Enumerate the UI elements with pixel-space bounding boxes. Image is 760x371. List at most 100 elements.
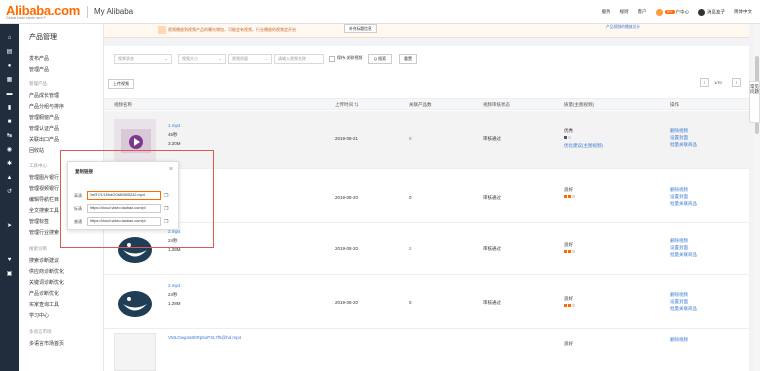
close-icon[interactable]: ×	[169, 166, 173, 173]
related-count: 0	[409, 195, 412, 200]
link-field-sd[interactable]: https://cloud.video.taobao.com/pl	[87, 204, 161, 213]
heart-icon[interactable]: ♥	[6, 257, 13, 264]
delete-video-link[interactable]: 删除视频	[670, 337, 688, 343]
sidebar-item-industry[interactable]: 管理行业搜索	[29, 229, 59, 236]
related-checkbox[interactable]	[329, 56, 335, 62]
video-name[interactable]: VMLGwg4a5hRp5oP3L7f5@hd.mp4	[168, 335, 241, 340]
search-button[interactable]: Q 搜索	[368, 54, 392, 64]
sidebar-item-keyword-diag[interactable]: 关键词诊断优化	[29, 279, 64, 286]
wallet-icon[interactable]: ▣	[6, 271, 13, 278]
col-upload-time[interactable]: 上传时间 ⇅	[335, 102, 359, 108]
batch-link-link[interactable]: 批量关联商品	[670, 306, 697, 312]
video-duration: 24秒	[168, 238, 178, 243]
size-filter[interactable]: 视频大小 ⌄	[178, 54, 226, 64]
top-links: 服务 规则 客户 99+ 户中心 消息盒子 简体中文	[602, 0, 752, 24]
copy-icon[interactable]: ❐	[164, 206, 168, 212]
status-filter[interactable]: 视频状态 ⌄	[114, 54, 172, 64]
sidebar-item-supplier-diag[interactable]: 供应商诊断优化	[29, 268, 64, 275]
main-content: 视频播放到视频产品的曝光增加，可能会有视频，行业播放的视频会开启 补充标题信息 …	[104, 24, 749, 371]
related-count: 0	[409, 300, 412, 305]
video-thumbnail[interactable]	[114, 119, 156, 161]
box-icon[interactable]: ■	[6, 119, 13, 126]
scrollbar[interactable]	[754, 24, 760, 371]
review-status: 审核通过	[483, 246, 501, 251]
reset-button[interactable]: 重置	[399, 54, 417, 64]
prev-page-button[interactable]: ‹	[700, 78, 709, 87]
people-icon[interactable]: ▲	[6, 175, 13, 182]
sidebar-item-nav[interactable]: 编辑导航栏目	[29, 196, 59, 203]
top-link-service[interactable]: 服务	[602, 9, 611, 15]
page-title[interactable]: My Alibaba	[94, 7, 133, 16]
video-thumbnail[interactable]	[114, 333, 156, 371]
sidebar-item-certified[interactable]: 管理认证产品	[29, 125, 59, 132]
related-count[interactable]: 0	[409, 136, 412, 141]
sidebar-item-showcase[interactable]: 管理橱窗产品	[29, 114, 59, 121]
sidebar-item-export[interactable]: 关联出口产品	[29, 136, 59, 143]
batch-link-link[interactable]: 批量关联商品	[670, 252, 697, 258]
notice-button[interactable]: 补充标题信息	[344, 24, 377, 33]
set-cover-link[interactable]: 设置封面	[670, 245, 688, 251]
quality-link[interactable]: 优化建议(主图视频)	[564, 143, 603, 149]
video-thumbnail[interactable]	[114, 281, 156, 323]
card-icon[interactable]: ▬	[6, 91, 13, 98]
sidebar-item-product-diag[interactable]: 产品诊断优化	[29, 290, 59, 297]
video-name[interactable]: 2.mp4	[168, 283, 181, 288]
set-cover-link[interactable]: 设置封面	[670, 194, 688, 200]
link-field-hd[interactable]: //ef37/1/1f/hd/20480505242.mp4	[87, 191, 161, 200]
send-icon[interactable]: ➤	[6, 223, 13, 230]
sidebar-item-publish[interactable]: 发布产品	[29, 55, 49, 62]
account-center[interactable]: 99+ 户中心	[655, 8, 689, 16]
quality-filter[interactable]: 视频质量 ⌄	[228, 54, 272, 64]
video-thumbnail[interactable]	[114, 227, 156, 269]
sidebar-item-tags[interactable]: 管理标签	[29, 218, 49, 225]
home-icon[interactable]: ⌂	[6, 35, 13, 42]
globe-icon[interactable]: ◉	[6, 147, 13, 154]
sidebar-item-group[interactable]: 产品分组与排序	[29, 103, 64, 110]
sidebar-item-multilang-home[interactable]: 多语言市场首页	[29, 340, 64, 347]
delete-video-link[interactable]: 删除视频	[670, 238, 688, 244]
video-size: 1.28M	[168, 247, 181, 252]
upload-video-button[interactable]: 上传视频	[108, 79, 134, 89]
gear-icon[interactable]: ✱	[6, 161, 13, 168]
quality-label: 良好	[564, 187, 573, 192]
link-icon[interactable]: ↺	[6, 189, 13, 196]
delete-video-link[interactable]: 删除视频	[670, 128, 688, 134]
top-link-rules[interactable]: 规则	[620, 9, 629, 15]
top-bar: Alibaba.com Global trade starts here™ My…	[0, 0, 760, 24]
quality-dots	[564, 303, 576, 308]
set-cover-link[interactable]: 设置封面	[670, 135, 688, 141]
batch-link-link[interactable]: 批量关联商品	[670, 201, 697, 207]
video-name[interactable]: 1.mp4	[168, 123, 181, 128]
delete-video-link[interactable]: 删除视频	[670, 292, 688, 298]
top-link-customer[interactable]: 客户	[638, 9, 647, 15]
link-field-normal[interactable]: https://cloud.video.taobao.com/pl	[87, 217, 161, 226]
sidebar-item-search-tool[interactable]: 全文搜索工具	[29, 207, 59, 214]
notice-link[interactable]: 产品视频的播放总计	[606, 25, 640, 30]
pin-icon[interactable]: ●	[6, 63, 13, 70]
language-select[interactable]: 简体中文	[734, 9, 752, 15]
search-input[interactable]: 请输入视频名称	[274, 54, 324, 64]
message-box[interactable]: 消息盒子	[698, 8, 725, 16]
chart-icon[interactable]: ▮	[6, 105, 13, 112]
copy-icon[interactable]: ❐	[164, 193, 168, 199]
batch-link-link[interactable]: 批量关联商品	[670, 142, 697, 148]
logo-tagline: Global trade starts here™	[6, 16, 47, 20]
sidebar-item-image-bank[interactable]: 管理图片银行	[29, 174, 59, 181]
related-count[interactable]: 2	[409, 246, 412, 251]
sidebar-item-video-bank[interactable]: 管理视频银行	[29, 185, 59, 192]
share-icon[interactable]: ↹	[6, 133, 13, 140]
sidebar-item-growth[interactable]: 产品成长管理	[29, 92, 59, 99]
sidebar-item-diag-suggest[interactable]: 搜索诊断建议	[29, 257, 59, 264]
sidebar-item-buyer-query[interactable]: 买家查询工具	[29, 301, 59, 308]
copy-icon[interactable]: ❐	[164, 219, 168, 225]
grid-icon[interactable]: ▦	[6, 77, 13, 84]
table-header: 视频名称 上传时间 ⇅ 关联产品数 视频审核状态 质量(主图视频) 操作	[104, 98, 749, 110]
sidebar-item-recycle[interactable]: 回收站	[29, 147, 44, 154]
set-cover-link[interactable]: 设置封面	[670, 299, 688, 305]
faq-side-tab[interactable]: 常见问题	[749, 81, 760, 123]
next-page-button[interactable]: ›	[732, 78, 741, 87]
store-icon[interactable]: ▤	[6, 49, 13, 56]
sidebar-item-learning[interactable]: 学习中心	[29, 312, 49, 319]
delete-video-link[interactable]: 删除视频	[670, 187, 688, 193]
sidebar-item-manage[interactable]: 管理产品	[29, 66, 49, 73]
